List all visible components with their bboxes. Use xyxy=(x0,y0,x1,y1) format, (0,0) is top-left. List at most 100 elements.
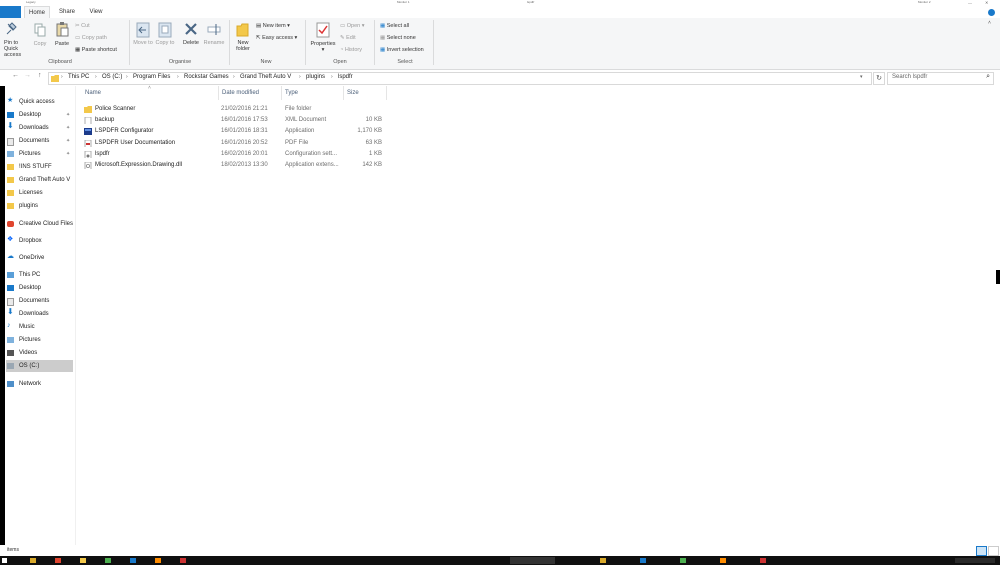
breadcrumb-rockstar-games[interactable]: Rockstar Games xyxy=(184,74,229,80)
large-icons-view-icon[interactable] xyxy=(988,546,999,556)
details-view-icon[interactable] xyxy=(976,546,987,556)
forward-arrow-icon[interactable]: → xyxy=(24,72,31,79)
nav-pc-documents[interactable]: Documents xyxy=(6,295,73,307)
minimize-button[interactable]: — xyxy=(968,0,972,5)
rename-button[interactable]: Rename xyxy=(203,40,225,46)
close-button[interactable]: ✕ xyxy=(985,0,988,5)
search-input[interactable]: Search lspdfr ⌕ xyxy=(887,72,994,85)
column-header-name[interactable]: Name xyxy=(85,90,101,96)
easy-access-button[interactable]: ⇱ Easy access ▾ xyxy=(256,35,297,41)
pane-divider[interactable] xyxy=(75,86,76,545)
nav-onedrive[interactable]: ☁ OneDrive xyxy=(6,252,73,264)
select-none-button[interactable]: ▦ Select none xyxy=(380,35,416,41)
breadcrumb-lspdfr[interactable]: lspdfr xyxy=(338,74,353,80)
taskbar-app-icon[interactable] xyxy=(105,558,111,563)
cut-label: Cut xyxy=(81,23,90,29)
breadcrumb-this-pc[interactable]: This PC xyxy=(68,74,89,80)
paste-button[interactable]: Paste xyxy=(52,41,72,47)
copy-to-button[interactable]: Copy to xyxy=(155,40,175,46)
new-item-button[interactable]: ▤ New item ▾ xyxy=(256,23,290,29)
nav-dropbox[interactable]: ❖ Dropbox xyxy=(6,235,73,247)
column-header-type[interactable]: Type xyxy=(285,90,298,96)
nav-this-pc[interactable]: This PC xyxy=(6,269,73,281)
column-divider[interactable] xyxy=(386,86,387,100)
system-tray[interactable] xyxy=(955,558,995,563)
copy-path-button[interactable]: ▭ Copy path xyxy=(75,35,107,41)
taskbar-app-icon[interactable] xyxy=(30,558,36,563)
taskbar-app-icon[interactable] xyxy=(760,558,766,563)
back-arrow-icon[interactable]: ← xyxy=(12,72,19,79)
address-bar[interactable]: › This PC › OS (C:) › Program Files › Ro… xyxy=(48,72,872,85)
nav-quick-pictures[interactable]: Pictures ✦ xyxy=(6,148,73,160)
column-divider[interactable] xyxy=(218,86,219,100)
taskbar xyxy=(0,556,1000,565)
tab-share[interactable]: Share xyxy=(55,6,79,18)
nav-quick-licenses[interactable]: Licenses xyxy=(6,187,73,199)
refresh-icon[interactable]: ↻ xyxy=(873,72,885,85)
copy-button[interactable]: Copy xyxy=(31,41,49,47)
taskbar-search-box[interactable] xyxy=(510,557,555,564)
collapse-ribbon-icon[interactable]: ˄ xyxy=(988,20,991,26)
taskbar-app-icon[interactable] xyxy=(720,558,726,563)
file-row[interactable]: LSPDFR Configurator 16/01/2016 18:31 App… xyxy=(84,126,384,137)
breadcrumb-os-c[interactable]: OS (C:) xyxy=(102,74,122,80)
nav-label: Licenses xyxy=(19,190,43,196)
up-arrow-icon[interactable]: ↑ xyxy=(38,72,42,79)
select-all-button[interactable]: ▦ Select all xyxy=(380,23,409,29)
rename-icon xyxy=(207,24,221,35)
new-folder-button[interactable]: New folder xyxy=(233,40,253,52)
column-header-size[interactable]: Size xyxy=(347,90,359,96)
nav-pc-music[interactable]: ♪ Music xyxy=(6,321,73,333)
nav-quick-access[interactable]: ★ Quick access xyxy=(6,96,73,108)
file-row[interactable]: Police Scanner 21/02/2016 21:21 File fol… xyxy=(84,104,384,115)
file-tab[interactable] xyxy=(0,6,21,18)
nav-pc-os-c[interactable]: OS (C:) xyxy=(6,360,73,372)
column-divider[interactable] xyxy=(343,86,344,100)
column-divider[interactable] xyxy=(281,86,282,100)
start-icon[interactable] xyxy=(2,558,7,563)
taskbar-app-icon[interactable] xyxy=(600,558,606,563)
nav-network[interactable]: Network xyxy=(6,378,73,390)
tab-view[interactable]: View xyxy=(84,6,108,18)
breadcrumb-separator: › xyxy=(61,74,63,80)
taskbar-app-icon[interactable] xyxy=(155,558,161,563)
taskbar-app-icon[interactable] xyxy=(680,558,686,563)
taskbar-app-icon[interactable] xyxy=(130,558,136,563)
taskbar-app-icon[interactable] xyxy=(180,558,186,563)
taskbar-app-icon[interactable] xyxy=(55,558,61,563)
nav-quick-downloads[interactable]: ⬇ Downloads ✦ xyxy=(6,122,73,134)
nav-creative-cloud[interactable]: Creative Cloud Files xyxy=(6,218,73,230)
open-button[interactable]: ▭ Open ▾ xyxy=(340,23,365,29)
nav-quick-documents[interactable]: Documents ✦ xyxy=(6,135,73,147)
nav-quick-plugins[interactable]: plugins xyxy=(6,200,73,212)
taskbar-app-icon[interactable] xyxy=(80,558,86,563)
properties-button[interactable]: Properties ▾ xyxy=(309,41,337,53)
pin-to-quick-access-button[interactable]: Pin to Quick access xyxy=(4,40,32,58)
delete-button[interactable]: Delete xyxy=(181,40,201,46)
address-dropdown-icon[interactable]: ▾ xyxy=(860,74,863,80)
taskbar-app-icon[interactable] xyxy=(640,558,646,563)
breadcrumb-gta-v[interactable]: Grand Theft Auto V xyxy=(240,74,291,80)
cut-button[interactable]: ✂ Cut xyxy=(75,23,90,29)
scrollbar-thumb[interactable] xyxy=(996,270,1000,284)
nav-pc-desktop[interactable]: Desktop xyxy=(6,282,73,294)
file-row[interactable]: backup 16/01/2016 17:53 XML Document 10 … xyxy=(84,115,384,126)
nav-quick-ins-stuff[interactable]: !INS STUFF xyxy=(6,161,73,173)
paste-shortcut-button[interactable]: ▦ Paste shortcut xyxy=(75,47,117,53)
column-header-date[interactable]: Date modified xyxy=(222,90,259,96)
nav-pc-downloads[interactable]: ⬇ Downloads xyxy=(6,308,73,320)
nav-quick-desktop[interactable]: Desktop ✦ xyxy=(6,109,73,121)
nav-pc-pictures[interactable]: Pictures xyxy=(6,334,73,346)
edit-button[interactable]: ✎ Edit xyxy=(340,35,356,41)
file-row[interactable]: Microsoft.Expression.Drawing.dll 18/02/2… xyxy=(84,160,384,171)
nav-quick-gta-v[interactable]: Grand Theft Auto V xyxy=(6,174,73,186)
history-button[interactable]: ◔ History xyxy=(340,47,362,53)
file-row[interactable]: lspdfr 16/02/2016 20:01 Configuration se… xyxy=(84,149,384,160)
invert-selection-button[interactable]: ▦ Invert selection xyxy=(380,47,424,53)
move-to-button[interactable]: Move to xyxy=(133,40,153,46)
breadcrumb-plugins[interactable]: plugins xyxy=(306,74,325,80)
nav-pc-videos[interactable]: Videos xyxy=(6,347,73,359)
breadcrumb-program-files[interactable]: Program Files xyxy=(133,74,170,80)
file-row[interactable]: LSPDFR User Documentation 16/01/2016 20:… xyxy=(84,138,384,149)
help-icon[interactable] xyxy=(988,9,995,16)
